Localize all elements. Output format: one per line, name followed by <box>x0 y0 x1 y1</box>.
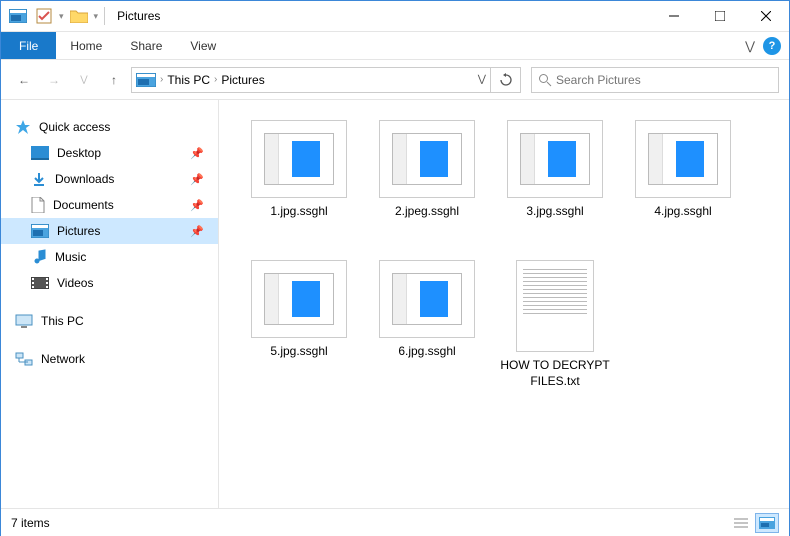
window-title: Pictures <box>117 9 160 23</box>
tab-view[interactable]: View <box>176 32 230 59</box>
image-file-icon <box>251 120 347 198</box>
file-item[interactable]: HOW TO DECRYPT FILES.txt <box>491 256 619 396</box>
sidebar-this-pc[interactable]: This PC <box>1 308 218 334</box>
image-file-icon <box>379 120 475 198</box>
downloads-icon <box>31 171 47 187</box>
search-input[interactable] <box>556 73 772 87</box>
sidebar-label: Desktop <box>57 146 101 160</box>
file-name: 1.jpg.ssghl <box>270 204 327 220</box>
details-view-button[interactable] <box>729 513 753 533</box>
breadcrumb-part[interactable]: Pictures <box>221 73 264 87</box>
qat-dropdown-icon[interactable]: ▾ <box>59 11 64 22</box>
sidebar-label: Music <box>55 250 86 264</box>
star-icon <box>15 119 31 135</box>
file-name: 4.jpg.ssghl <box>654 204 711 220</box>
sidebar-item-downloads[interactable]: Downloads 📌 <box>1 166 218 192</box>
close-button[interactable] <box>743 1 789 32</box>
forward-button[interactable]: → <box>41 67 67 93</box>
minimize-button[interactable] <box>651 1 697 32</box>
navbar: ← → ⋁ ↑ › This PC › Pictures ⋁ <box>1 60 789 100</box>
network-icon <box>15 352 33 366</box>
image-file-icon <box>379 260 475 338</box>
file-item[interactable]: 6.jpg.ssghl <box>363 256 491 396</box>
pin-icon: 📌 <box>190 199 204 212</box>
ribbon: File Home Share View ⋁ ? <box>1 32 789 60</box>
sidebar-item-documents[interactable]: Documents 📌 <box>1 192 218 218</box>
file-tab[interactable]: File <box>1 32 56 59</box>
videos-icon <box>31 277 49 289</box>
sidebar-item-desktop[interactable]: Desktop 📌 <box>1 140 218 166</box>
sidebar-label: Videos <box>57 276 93 290</box>
sidebar-item-pictures[interactable]: Pictures 📌 <box>1 218 218 244</box>
sidebar-network[interactable]: Network <box>1 346 218 372</box>
sidebar-label: Documents <box>53 198 114 212</box>
search-icon <box>538 73 552 87</box>
file-name: HOW TO DECRYPT FILES.txt <box>500 358 610 389</box>
file-item[interactable]: 2.jpeg.ssghl <box>363 116 491 256</box>
qat-checkbox-icon[interactable] <box>33 5 55 27</box>
maximize-button[interactable] <box>697 1 743 32</box>
pc-icon <box>15 314 33 328</box>
desktop-icon <box>31 146 49 160</box>
sidebar-label: This PC <box>41 314 84 328</box>
pin-icon: 📌 <box>190 147 204 160</box>
sidebar-label: Quick access <box>39 120 110 134</box>
image-file-icon <box>251 260 347 338</box>
app-icon <box>7 5 29 27</box>
breadcrumb-dropdown-icon[interactable]: ⋁ <box>478 74 486 85</box>
refresh-button[interactable] <box>491 67 521 93</box>
body: Quick access Desktop 📌 Downloads 📌 Docum… <box>1 100 789 508</box>
tab-home[interactable]: Home <box>56 32 116 59</box>
icons-view-button[interactable] <box>755 513 779 533</box>
file-name: 6.jpg.ssghl <box>398 344 455 360</box>
ribbon-expand-icon[interactable]: ⋁ <box>745 39 755 53</box>
back-button[interactable]: ← <box>11 67 37 93</box>
sidebar-label: Network <box>41 352 85 366</box>
folder-icon[interactable] <box>68 5 90 27</box>
pin-icon: 📌 <box>190 173 204 186</box>
file-item[interactable]: 1.jpg.ssghl <box>235 116 363 256</box>
qat-dropdown-icon-2[interactable]: ▾ <box>94 11 99 22</box>
file-item[interactable]: 5.jpg.ssghl <box>235 256 363 396</box>
file-name: 3.jpg.ssghl <box>526 204 583 220</box>
recent-dropdown-icon[interactable]: ⋁ <box>71 67 97 93</box>
file-item[interactable]: 4.jpg.ssghl <box>619 116 747 256</box>
image-file-icon <box>635 120 731 198</box>
image-file-icon <box>507 120 603 198</box>
sidebar-quick-access[interactable]: Quick access <box>1 114 218 140</box>
sidebar-label: Downloads <box>55 172 114 186</box>
text-file-icon <box>516 260 594 352</box>
chevron-right-icon[interactable]: › <box>160 74 163 85</box>
search-box[interactable] <box>531 67 779 93</box>
pin-icon: 📌 <box>190 225 204 238</box>
up-button[interactable]: ↑ <box>101 67 127 93</box>
file-name: 2.jpeg.ssghl <box>395 204 459 220</box>
sidebar: Quick access Desktop 📌 Downloads 📌 Docum… <box>1 100 219 508</box>
documents-icon <box>31 197 45 213</box>
pictures-folder-icon <box>136 73 156 87</box>
file-name: 5.jpg.ssghl <box>270 344 327 360</box>
file-list[interactable]: 1.jpg.ssghl 2.jpeg.ssghl 3.jpg.ssghl 4.jpg.… <box>219 100 789 508</box>
sidebar-label: Pictures <box>57 224 100 238</box>
statusbar: 7 items <box>1 508 789 536</box>
breadcrumb[interactable]: › This PC › Pictures ⋁ <box>131 67 491 93</box>
music-icon <box>31 249 47 265</box>
breadcrumb-part[interactable]: This PC <box>167 73 210 87</box>
titlebar: ▾ ▾ Pictures <box>1 1 789 32</box>
item-count: 7 items <box>11 516 50 530</box>
sidebar-item-music[interactable]: Music <box>1 244 218 270</box>
tab-share[interactable]: Share <box>116 32 176 59</box>
chevron-right-icon[interactable]: › <box>214 74 217 85</box>
help-icon[interactable]: ? <box>763 37 781 55</box>
sidebar-item-videos[interactable]: Videos <box>1 270 218 296</box>
file-item[interactable]: 3.jpg.ssghl <box>491 116 619 256</box>
separator <box>104 7 105 25</box>
pictures-icon <box>31 224 49 238</box>
